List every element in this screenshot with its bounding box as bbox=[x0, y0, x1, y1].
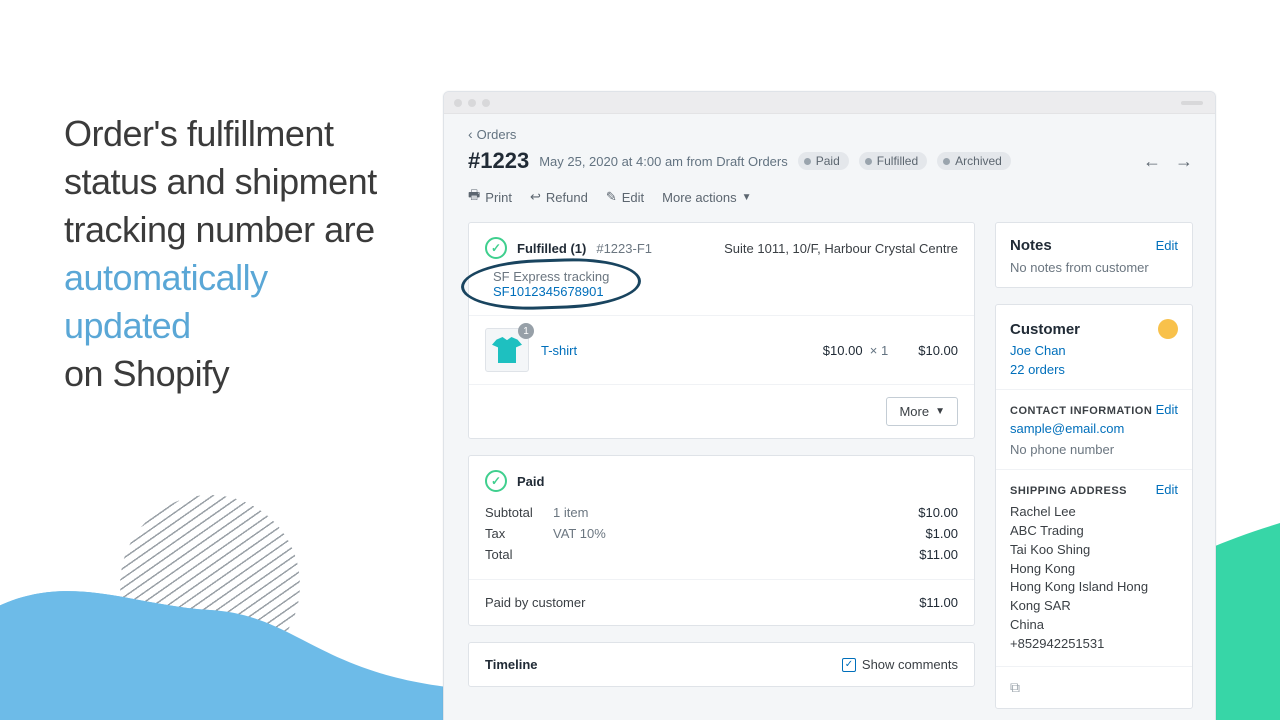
status-badge: Paid bbox=[798, 152, 849, 170]
fulfillment-address: Suite 1011, 10/F, Harbour Crystal Centre bbox=[724, 241, 958, 256]
notes-edit-link[interactable]: Edit bbox=[1156, 238, 1178, 253]
refund-icon: ↩︎ bbox=[530, 189, 541, 205]
unit-price: $10.00 × 1 bbox=[823, 343, 888, 358]
fulfillment-title: Fulfilled (1) bbox=[517, 241, 586, 256]
tracking-carrier-label: SF Express tracking bbox=[493, 269, 609, 284]
status-badge: Fulfilled bbox=[859, 152, 927, 170]
customer-phone: No phone number bbox=[1010, 442, 1178, 457]
line-total: $10.00 bbox=[918, 343, 958, 358]
tracking-highlight-ring: SF Express tracking SF1012345678901 bbox=[479, 265, 627, 305]
status-badge: Archived bbox=[937, 152, 1011, 170]
line-item: 1 T-shirt $10.00 × 1 $10.00 bbox=[485, 328, 958, 372]
app-window: ‹ Orders #1223 May 25, 2020 at 4:00 am f… bbox=[443, 91, 1216, 720]
order-number: #1223 bbox=[468, 148, 529, 174]
back-link[interactable]: ‹ Orders bbox=[468, 126, 516, 142]
chevron-left-icon: ‹ bbox=[468, 126, 473, 142]
edit-button[interactable]: ✎ Edit bbox=[606, 189, 644, 205]
print-icon: 🖶 bbox=[468, 186, 480, 208]
money-row: Subtotal1 item$10.00 bbox=[485, 502, 958, 523]
customer-card: Customer Joe Chan 22 orders CONTACT INFO… bbox=[995, 304, 1193, 709]
prev-order-button[interactable]: ← bbox=[1143, 151, 1161, 172]
shirt-icon bbox=[492, 337, 522, 363]
money-row: Total$11.00 bbox=[485, 544, 958, 565]
print-button[interactable]: 🖶 Print bbox=[468, 186, 512, 208]
check-circle-icon: ✓ bbox=[485, 237, 507, 259]
product-thumbnail: 1 bbox=[485, 328, 529, 372]
check-circle-icon: ✓ bbox=[485, 470, 507, 492]
notes-title: Notes bbox=[1010, 237, 1052, 254]
payment-card: ✓ Paid Subtotal1 item$10.00 TaxVAT 10%$1… bbox=[468, 455, 975, 626]
shipping-edit-link[interactable]: Edit bbox=[1156, 482, 1178, 497]
timeline-card: Timeline ✓ Show comments bbox=[468, 642, 975, 687]
checkbox-icon: ✓ bbox=[842, 658, 856, 672]
window-dot bbox=[468, 99, 476, 107]
promo-part-3: on Shopify bbox=[64, 353, 229, 394]
window-titlebar bbox=[444, 92, 1215, 114]
shipping-heading: SHIPPING ADDRESS bbox=[1010, 485, 1127, 497]
fulfillment-more-button[interactable]: More ▼ bbox=[886, 397, 958, 426]
show-comments-checkbox[interactable]: ✓ Show comments bbox=[842, 657, 958, 672]
fulfillment-card: ✓ Fulfilled (1) #1223-F1 Suite 1011, 10/… bbox=[468, 222, 975, 439]
customer-orders-link[interactable]: 22 orders bbox=[1010, 362, 1178, 377]
window-dot bbox=[454, 99, 462, 107]
promo-highlight: automatically updated bbox=[64, 257, 268, 346]
window-handle bbox=[1181, 101, 1203, 105]
promo-headline: Order's fulfillment status and shipment … bbox=[64, 110, 394, 398]
contact-edit-link[interactable]: Edit bbox=[1156, 402, 1178, 417]
window-dot bbox=[482, 99, 490, 107]
shipping-address: Rachel Lee ABC Trading Tai Koo Shing Hon… bbox=[1010, 503, 1178, 654]
order-toolbar: 🖶 Print ↩︎ Refund ✎ Edit More actions ▼ bbox=[468, 186, 1193, 208]
timeline-title: Timeline bbox=[485, 657, 538, 672]
product-name-link[interactable]: T-shirt bbox=[541, 343, 577, 358]
promo-part-1: Order's fulfillment status and shipment … bbox=[64, 113, 377, 250]
notes-body: No notes from customer bbox=[1010, 260, 1178, 275]
caret-down-icon: ▼ bbox=[935, 406, 945, 417]
payment-title: Paid bbox=[517, 474, 544, 489]
pencil-icon: ✎ bbox=[606, 189, 617, 205]
customer-email-link[interactable]: sample@email.com bbox=[1010, 421, 1178, 436]
customer-name-link[interactable]: Joe Chan bbox=[1010, 343, 1178, 358]
qty-badge: 1 bbox=[518, 323, 534, 339]
next-order-button[interactable]: → bbox=[1175, 151, 1193, 172]
notes-card: Notes Edit No notes from customer bbox=[995, 222, 1193, 288]
tracking-number-link[interactable]: SF1012345678901 bbox=[493, 284, 604, 299]
money-row: TaxVAT 10%$1.00 bbox=[485, 523, 958, 544]
avatar-icon bbox=[1158, 319, 1178, 339]
order-meta: May 25, 2020 at 4:00 am from Draft Order… bbox=[539, 154, 788, 169]
paid-by-row: Paid by customer$11.00 bbox=[485, 592, 958, 613]
back-label: Orders bbox=[477, 127, 517, 142]
contact-heading: CONTACT INFORMATION bbox=[1010, 405, 1152, 417]
more-actions-button[interactable]: More actions ▼ bbox=[662, 190, 751, 205]
copy-icon[interactable]: ⧉ bbox=[1010, 679, 1020, 695]
caret-down-icon: ▼ bbox=[742, 192, 752, 203]
refund-button[interactable]: ↩︎ Refund bbox=[530, 189, 588, 205]
customer-title: Customer bbox=[1010, 321, 1080, 338]
fulfillment-id: #1223-F1 bbox=[596, 241, 652, 256]
